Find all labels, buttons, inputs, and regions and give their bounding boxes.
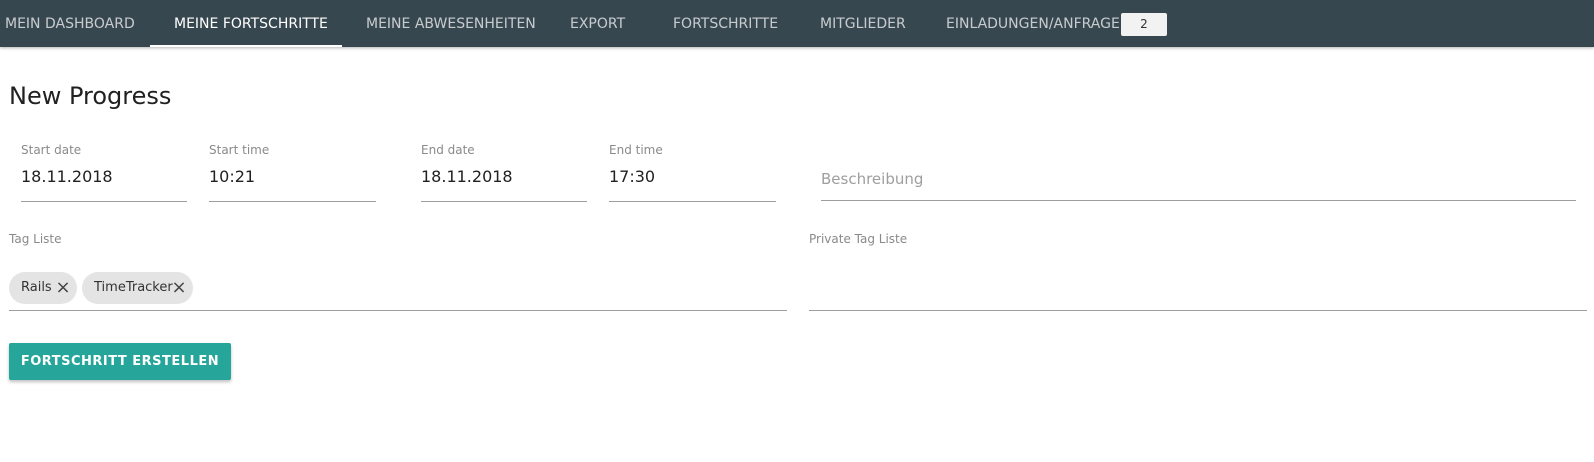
end-time-value[interactable]: 17:30: [609, 167, 655, 186]
tab-fortschritte[interactable]: Fortschritte: [673, 0, 778, 47]
description-input[interactable]: [821, 166, 1576, 192]
start-date-label: Start date: [21, 143, 82, 157]
end-date-underline: [421, 201, 587, 202]
tab-einladungen-anfragen[interactable]: Einladungen/Anfragen: [946, 0, 1130, 47]
tag-chip-label: Rails: [21, 280, 52, 295]
create-progress-button[interactable]: Fortschritt erstellen: [9, 343, 231, 380]
end-time-underline: [609, 201, 776, 202]
tag-list-underline: [9, 310, 787, 311]
tab-export[interactable]: Export: [570, 0, 625, 47]
top-navigation: Mein Dashboard Meine Fortschritte Meine …: [0, 0, 1594, 47]
private-tag-list-field[interactable]: Private Tag Liste: [809, 230, 1587, 311]
private-tag-list-underline: [809, 310, 1587, 311]
start-date-value[interactable]: 18.11.2018: [21, 167, 113, 186]
tag-chip: TimeTracker ×: [82, 272, 193, 304]
start-date-field[interactable]: Start date 18.11.2018: [21, 140, 187, 202]
tag-list-field[interactable]: Tag Liste Rails × TimeTracker ×: [9, 230, 787, 311]
end-time-field[interactable]: End time 17:30: [609, 140, 776, 202]
tab-mitglieder[interactable]: Mitglieder: [820, 0, 906, 47]
end-date-value[interactable]: 18.11.2018: [421, 167, 513, 186]
tag-chip-label: TimeTracker: [94, 280, 173, 295]
page-title: New Progress: [9, 82, 172, 110]
active-tab-indicator: [150, 45, 342, 47]
end-date-label: End date: [421, 143, 475, 157]
tag-chip: Rails ×: [9, 272, 77, 304]
end-date-field[interactable]: End date 18.11.2018: [421, 140, 587, 202]
close-icon[interactable]: ×: [171, 272, 187, 304]
start-date-underline: [21, 201, 187, 202]
start-time-underline: [209, 201, 376, 202]
tab-meine-fortschritte[interactable]: Meine Fortschritte: [174, 0, 328, 47]
start-time-value[interactable]: 10:21: [209, 167, 255, 186]
start-time-field[interactable]: Start time 10:21: [209, 140, 376, 202]
private-tag-list-label: Private Tag Liste: [809, 232, 908, 246]
tab-mein-dashboard[interactable]: Mein Dashboard: [5, 0, 135, 47]
close-icon[interactable]: ×: [55, 272, 71, 304]
invitations-count-badge: 2: [1121, 13, 1167, 36]
start-time-label: Start time: [209, 143, 270, 157]
description-underline: [821, 200, 1576, 201]
end-time-label: End time: [609, 143, 663, 157]
tag-list-label: Tag Liste: [9, 232, 62, 246]
description-field[interactable]: [821, 166, 1576, 201]
tab-meine-abwesenheiten[interactable]: Meine Abwesenheiten: [366, 0, 536, 47]
